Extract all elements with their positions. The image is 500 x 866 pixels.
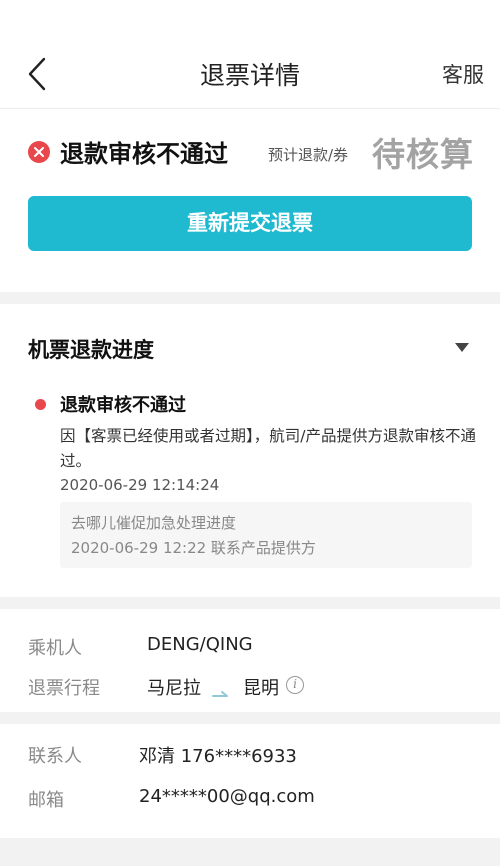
section-divider xyxy=(0,712,500,724)
customer-service-link[interactable]: 客服 xyxy=(442,59,484,89)
section-divider xyxy=(0,292,500,304)
urge-progress-time: 2020-06-29 12:22 联系产品提供方 xyxy=(71,539,316,557)
urge-progress-box: 去哪儿催促加急处理进度 2020-06-29 12:22 联系产品提供方 xyxy=(60,502,472,568)
timeline-item-time: 2020-06-29 12:14:24 xyxy=(60,476,220,494)
timeline-item-title: 退款审核不通过 xyxy=(60,395,186,416)
passenger-value: DENG/QING xyxy=(147,634,253,655)
route-to: 昆明 xyxy=(243,678,279,699)
contact-value: 邓清 176****6933 xyxy=(139,746,297,767)
estimated-refund-label: 预计退款/券 xyxy=(268,146,349,164)
info-icon[interactable]: i xyxy=(286,676,304,694)
refund-status-row: 退款审核不通过 预计退款/券 待核算 xyxy=(0,108,500,188)
refund-status-title: 退款审核不通过 xyxy=(60,140,228,168)
timeline-item-description: 因【客票已经使用或者过期】，航司/产品提供方退款审核不通过。 xyxy=(60,427,476,470)
page-title: 退票详情 xyxy=(199,61,300,90)
route-from: 马尼拉 xyxy=(147,678,201,699)
route-label: 退票行程 xyxy=(28,678,100,699)
error-x-icon xyxy=(28,141,50,163)
resubmit-refund-button[interactable]: 重新提交退票 xyxy=(28,196,472,251)
email-value: 24*****00@qq.com xyxy=(139,786,315,807)
nav-header: 退票详情 客服 xyxy=(0,40,500,109)
section-divider xyxy=(0,597,500,609)
caret-down-icon[interactable] xyxy=(455,343,469,352)
timeline-dot-icon xyxy=(35,399,46,410)
urge-progress-text: 去哪儿催促加急处理进度 xyxy=(71,514,237,532)
email-label: 邮箱 xyxy=(28,790,64,811)
refund-progress-header[interactable]: 机票退款进度 xyxy=(0,304,500,384)
route-arrow-icon xyxy=(212,683,232,697)
estimated-refund-value: 待核算 xyxy=(372,135,474,174)
passenger-label: 乘机人 xyxy=(28,638,82,659)
contact-label: 联系人 xyxy=(28,746,82,767)
refund-progress-title: 机票退款进度 xyxy=(28,338,154,362)
section-divider xyxy=(0,838,500,866)
